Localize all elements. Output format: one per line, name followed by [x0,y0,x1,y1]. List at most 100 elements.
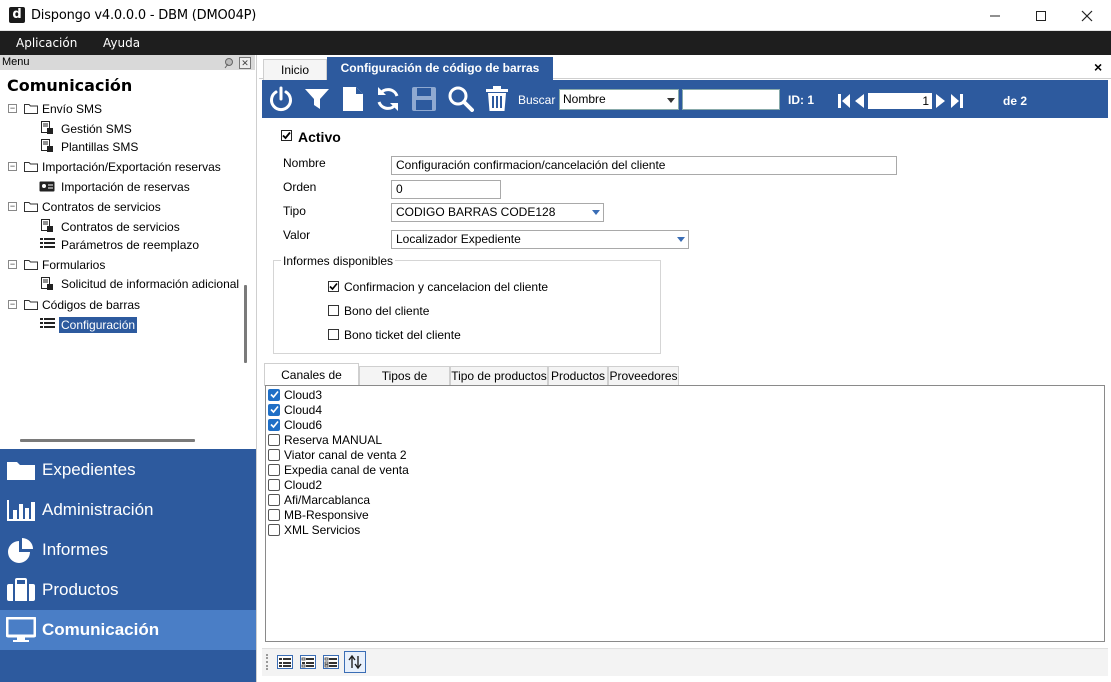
tree-horizontal-scrollbar[interactable] [20,439,195,442]
tree-item-configuracion[interactable]: Configuración [59,317,138,333]
tab-configuracion-codigo-barras[interactable]: Configuración de código de barras [327,57,553,80]
previous-record-icon[interactable] [854,93,864,112]
nav-administracion[interactable]: Administración [0,490,256,530]
list-item[interactable]: Cloud3 [268,387,322,402]
informe-checkbox[interactable] [328,329,339,340]
list-item[interactable]: Cloud4 [268,402,322,417]
trash-icon[interactable] [482,85,512,113]
activo-label: Activo [298,129,341,145]
tree-expander[interactable]: − [8,300,17,309]
tree-item-envio-sms[interactable]: Envío SMS [42,102,102,116]
valor-select[interactable]: Localizador Expediente [391,230,689,249]
maximize-button[interactable] [1018,0,1064,31]
tipo-select[interactable]: CODIGO BARRAS CODE128 [391,203,604,222]
deselect-all-icon[interactable] [299,653,317,671]
list-icon [40,238,55,248]
checkbox[interactable] [268,388,280,401]
next-record-icon[interactable] [936,93,946,112]
tab-canales-venta[interactable]: Canales de venta [264,363,359,404]
list-icon [40,318,55,328]
nav-comunicacion[interactable]: Comunicación [0,610,256,650]
invert-selection-icon[interactable] [322,653,340,671]
nav-informes[interactable]: Informes [0,530,256,570]
tree-item-plantillas-sms[interactable]: Plantillas SMS [61,140,138,154]
folder-icon [24,104,38,114]
list-item[interactable]: XML Servicios [268,522,360,537]
checkbox[interactable] [268,463,280,476]
tree-item-formularios[interactable]: Formularios [42,258,105,272]
tree-vertical-scrollbar[interactable] [244,285,247,363]
save-icon[interactable] [409,85,439,113]
list-item[interactable]: MB-Responsive [268,507,369,522]
checkbox[interactable] [268,403,280,416]
menu-ayuda[interactable]: Ayuda [103,36,140,50]
close-document-icon[interactable]: × [1094,59,1102,75]
list-item[interactable]: Cloud6 [268,417,322,432]
orden-input[interactable]: 0 [391,180,501,199]
informe-checkbox[interactable] [328,281,339,292]
tab-tipos-servicio[interactable]: Tipos de servicio [359,366,450,402]
buscar-field-select[interactable]: Nombre [559,89,679,110]
tree-item-codigos-barras[interactable]: Códigos de barras [42,298,140,312]
maximize-icon [1036,10,1046,21]
menu-aplicacion[interactable]: Aplicación [16,36,77,50]
document-icon [41,121,53,134]
first-record-icon[interactable] [838,93,850,112]
checkbox[interactable] [268,433,280,446]
list-item[interactable]: Expedia canal de venta [268,462,409,477]
buscar-input[interactable] [682,89,780,110]
menu-panel-close-icon[interactable]: ✕ [239,57,251,69]
power-icon[interactable] [266,85,296,113]
close-window-button[interactable] [1064,0,1110,31]
filter-icon[interactable] [302,85,332,113]
informe-checkbox[interactable] [328,305,339,316]
list-item[interactable]: Reserva MANUAL [268,432,382,447]
tab-inicio[interactable]: Inicio [263,59,327,80]
tree-expander[interactable]: − [8,202,17,211]
tree-item-importacion-exportacion[interactable]: Importación/Exportación reservas [42,160,221,174]
tree-expander[interactable]: − [8,104,17,113]
tree-item-parametros-reemplazo[interactable]: Parámetros de reemplazo [61,238,199,252]
nav-expedientes[interactable]: Expedientes [0,450,256,490]
checkbox[interactable] [268,493,280,506]
checkbox[interactable] [268,508,280,521]
checkmark-icon [269,390,279,399]
tree-expander[interactable]: − [8,260,17,269]
tree-expander[interactable]: − [8,162,17,171]
checkmark-icon [269,405,279,414]
tree-item-gestion-sms[interactable]: Gestión SMS [61,122,132,136]
checkbox[interactable] [268,478,280,491]
tree-item-contratos-servicios[interactable]: Contratos de servicios [42,200,161,214]
nombre-input[interactable]: Configuración confirmacion/cancelación d… [391,156,897,175]
last-record-icon[interactable] [951,93,963,112]
list-item-label: Viator canal de venta 2 [284,447,407,462]
checkbox[interactable] [268,448,280,461]
minimize-button[interactable] [972,0,1018,31]
checkbox[interactable] [268,523,280,536]
list-item[interactable]: Cloud2 [268,477,322,492]
nav-label: Productos [42,580,119,599]
list-item[interactable]: Afi/Marcablanca [268,492,370,507]
grip-handle[interactable] [266,654,268,670]
page-number-input[interactable]: 1 [868,93,932,109]
tab-proveedores[interactable]: Proveedores [608,366,679,386]
tree-item-importacion-reservas[interactable]: Importación de reservas [61,180,190,194]
tree-item-solicitud-informacion[interactable]: Solicitud de información adicional [61,277,239,291]
select-all-icon[interactable] [276,653,294,671]
nav-productos[interactable]: Productos [0,570,256,610]
sort-icon[interactable] [344,651,366,673]
pin-icon[interactable] [222,57,234,69]
new-document-icon[interactable] [338,85,368,113]
list-item-label: Reserva MANUAL [284,432,383,447]
checkbox[interactable] [268,418,280,431]
search-icon[interactable] [446,85,476,113]
tab-productos[interactable]: Productos [548,366,608,386]
tree-item-contratos-servicios-child[interactable]: Contratos de servicios [61,220,180,234]
valor-label: Valor [283,228,311,242]
list-item-label: Expedia canal de venta [284,462,409,477]
tab-tipo-productos[interactable]: Tipo de productos [450,366,548,386]
list-item[interactable]: Viator canal de venta 2 [268,447,407,462]
activo-checkbox[interactable] [281,130,292,141]
list-item-label: MB-Responsive [284,507,369,522]
refresh-icon[interactable] [373,85,403,113]
